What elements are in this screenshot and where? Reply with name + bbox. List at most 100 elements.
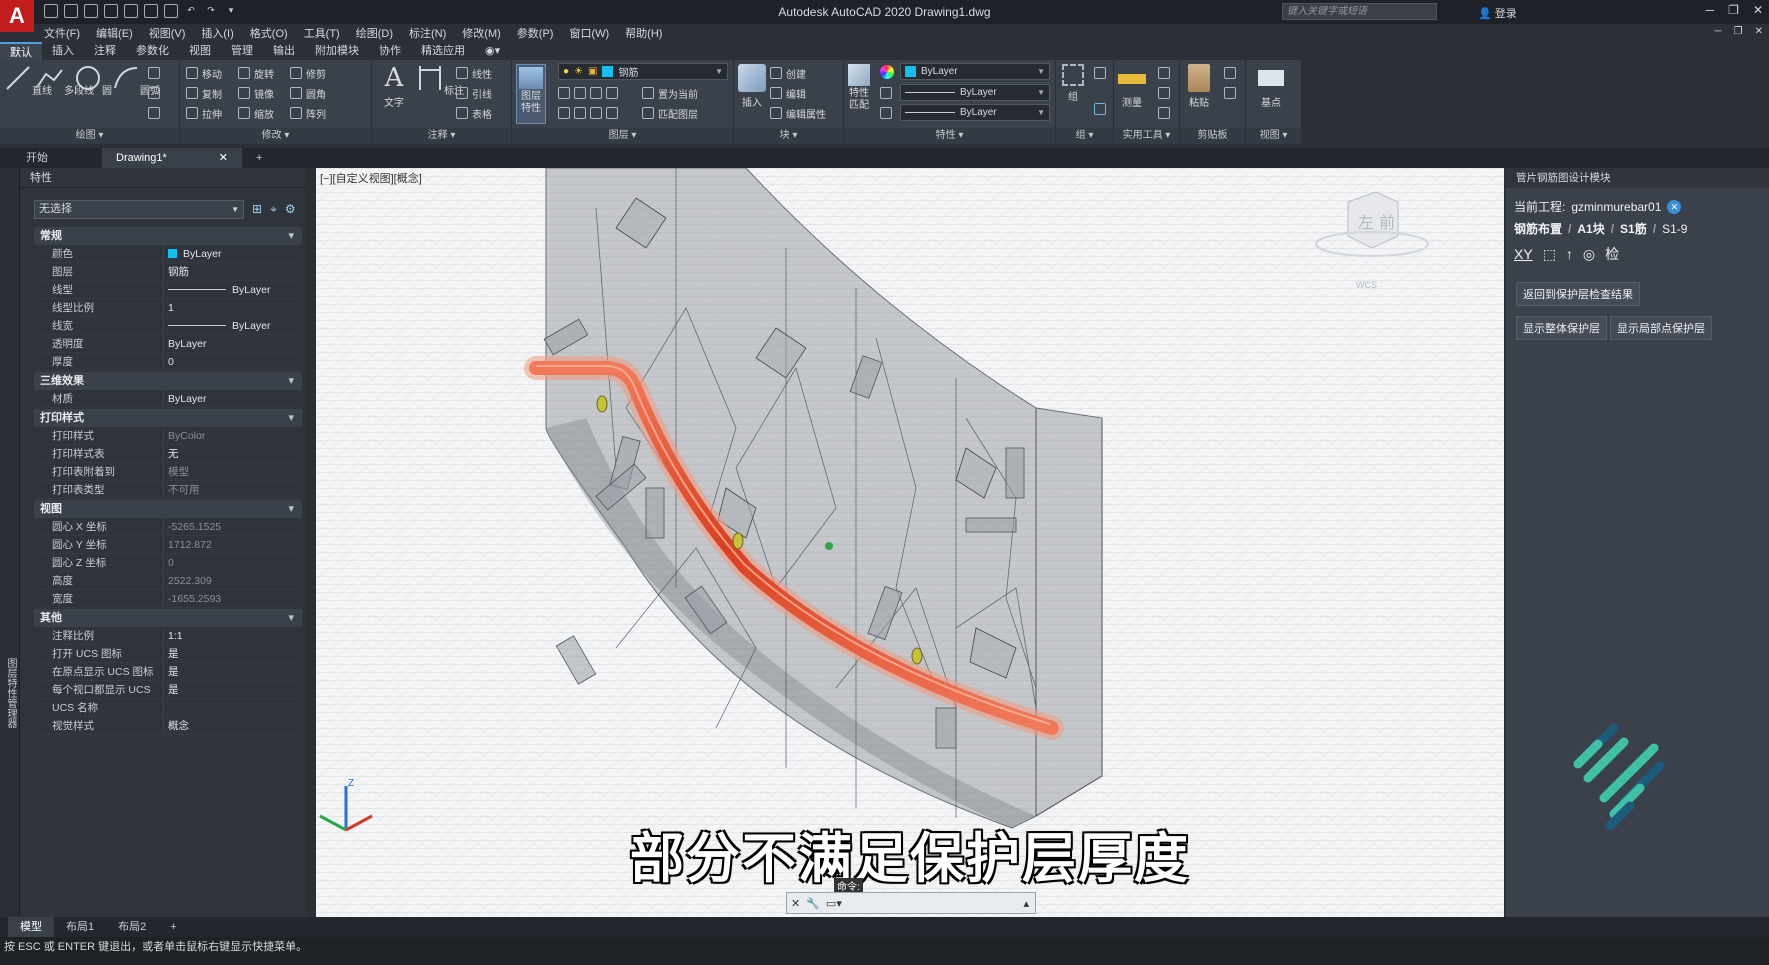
create-block-tool[interactable]: 创建 [770,64,806,82]
array-tool[interactable]: 阵列 [290,104,326,122]
property-value[interactable]: ByLayer [164,390,302,407]
drawing-viewport[interactable]: 左 前 WCS Z [−][自定义视图][概念] 部分不满足保护层厚度 命令: … [316,168,1504,917]
base-point-button[interactable]: 基点 [1258,64,1284,109]
menu-file[interactable]: 文件(F) [44,25,80,41]
fillet-tool[interactable]: 圆角 [290,84,326,102]
property-row[interactable]: 图层 钢筋 [34,263,302,281]
property-value[interactable]: 钢筋 [164,263,302,280]
select-objects-icon[interactable]: ⌖ [270,202,277,217]
ribbon-tab-manage[interactable]: 管理 [221,42,263,60]
property-value[interactable]: ByLayer [164,335,302,352]
layer-thaw-icon[interactable] [574,107,586,119]
color-dropdown[interactable]: ByLayer ▼ [900,63,1050,80]
property-row[interactable]: 打印样式表无 [34,445,302,463]
rectangle-tool[interactable] [148,64,160,82]
property-row[interactable]: 透明度 ByLayer [34,335,302,353]
ribbon-tab-parametric[interactable]: 参数化 [126,42,179,60]
ribbon-options-icon[interactable]: ◉▾ [475,42,510,60]
measure-button[interactable]: 测量 [1118,64,1146,109]
property-section-header[interactable]: 其他 [34,609,302,627]
property-value[interactable]: 0 [164,353,302,370]
menu-window[interactable]: 窗口(W) [569,25,609,41]
copy-tool[interactable]: 复制 [186,84,222,102]
property-value[interactable]: ByLayer [164,245,302,262]
add-layout-button[interactable]: + [158,917,188,937]
autocad-logo[interactable]: A [0,0,34,32]
ribbon-tab-view[interactable]: 视图 [179,42,221,60]
ribbon-tab-output[interactable]: 输出 [263,42,305,60]
panel-annotation-title[interactable]: 注释 ▾ [372,128,511,144]
paste-button[interactable]: 粘贴 [1188,64,1210,109]
xy-view-icon[interactable]: XY [1514,246,1533,262]
panel-modify-title[interactable]: 修改 ▾ [180,128,371,144]
layer-manager-side-label[interactable]: 图层特性管理器 [3,658,18,728]
command-line[interactable]: ✕ 🔧 ▭▾ ▴ [786,892,1036,914]
insert-button[interactable]: 插入 [738,64,766,109]
ribbon-tab-addins[interactable]: 附加模块 [305,42,369,60]
property-value[interactable]: ByLayer [164,281,302,298]
selection-dropdown[interactable]: 无选择 ▼ [34,200,244,219]
property-row[interactable]: 线型 ByLayer [34,281,302,299]
menu-edit[interactable]: 编辑(E) [96,25,133,41]
property-value[interactable]: 是 [164,645,302,662]
menu-draw[interactable]: 绘图(D) [356,25,393,41]
linetype-dropdown[interactable]: ByLayer ▼ [900,84,1050,101]
property-row[interactable]: 圆心 Z 坐标 0 [34,554,302,572]
linear-tool[interactable]: 线性 [456,64,492,82]
ribbon-tab-annotate[interactable]: 注释 [84,42,126,60]
property-row[interactable]: 在原点显示 UCS 图标是 [34,663,302,681]
property-row[interactable]: 视觉样式 概念 [34,717,302,735]
mirror-tool[interactable]: 镜像 [238,84,274,102]
property-value[interactable]: 概念 [164,717,302,734]
layout1-tab[interactable]: 布局1 [54,917,106,937]
copy-clip-tool[interactable] [1224,84,1236,102]
circle-button[interactable]: 圆 [74,64,112,97]
doc-restore-icon[interactable]: ❐ [1734,26,1743,37]
breadcrumb-item[interactable]: S1-9 [1662,222,1687,236]
target-icon[interactable]: ◎ [1583,246,1595,263]
menu-modify[interactable]: 修改(M) [462,25,501,41]
breadcrumb-bar[interactable]: S1筋 [1620,220,1647,237]
menu-insert[interactable]: 插入(I) [201,25,233,41]
breadcrumb-rebar-layout[interactable]: 钢筋布置 [1514,220,1562,237]
menu-dimension[interactable]: 标注(N) [409,25,446,41]
property-row[interactable]: 打印表附着到 模型 [34,463,302,481]
property-row[interactable]: 材质 ByLayer [34,390,302,408]
layout2-tab[interactable]: 布局2 [106,917,158,937]
doc-close-icon[interactable]: ✕ [1755,26,1763,37]
layer-walk-icon[interactable] [606,107,618,119]
quick-select-icon[interactable]: ⚙ [285,202,296,217]
property-row[interactable]: 打印样式 ByColor [34,427,302,445]
property-value[interactable] [164,699,302,716]
layer-lock-icon[interactable] [606,87,618,99]
return-to-cover-check-button[interactable]: 返回到保护层检查结果 [1516,282,1640,306]
login-button[interactable]: 👤 登录 [1478,5,1517,21]
restore-icon[interactable]: ❐ [1728,3,1739,17]
property-row[interactable]: 打印表类型 不可用 [34,481,302,499]
hatch-tool[interactable] [148,84,160,102]
property-row[interactable]: 线宽 ByLayer [34,317,302,335]
close-icon[interactable]: ✕ [1753,3,1763,17]
property-row[interactable]: 圆心 Y 坐标 1712.872 [34,536,302,554]
property-row[interactable]: 注释比例 1:1 [34,627,302,645]
command-expand-icon[interactable]: ▴ [1023,897,1029,910]
lineweight-dropdown[interactable]: ByLayer ▼ [900,104,1050,121]
search-input[interactable]: 键入关键字或短语 [1282,3,1437,20]
project-clear-icon[interactable]: ✕ [1667,199,1682,214]
new-tab-button[interactable]: + [242,148,276,168]
property-row[interactable]: 高度 2522.309 [34,572,302,590]
group-edit-tool[interactable] [1094,64,1106,82]
text-button[interactable]: A 文字 [380,64,408,109]
layer-off-icon[interactable] [558,87,570,99]
move-tool[interactable]: 移动 [186,64,222,82]
property-row[interactable]: UCS 名称 [34,699,302,717]
panel-groups-title[interactable]: 组 ▾ [1056,128,1113,144]
edit-block-tool[interactable]: 编辑 [770,84,806,102]
calculator-tool[interactable] [1158,104,1170,122]
match-properties-button[interactable]: 特性 匹配 [848,64,870,112]
drawing-tab[interactable]: Drawing1* ✕ [102,148,242,168]
ribbon-tab-collaborate[interactable]: 协作 [369,42,411,60]
boundary-tool[interactable] [148,104,160,122]
command-recent-icon[interactable]: ▭▾ [826,897,842,910]
count-tool[interactable] [1158,84,1170,102]
